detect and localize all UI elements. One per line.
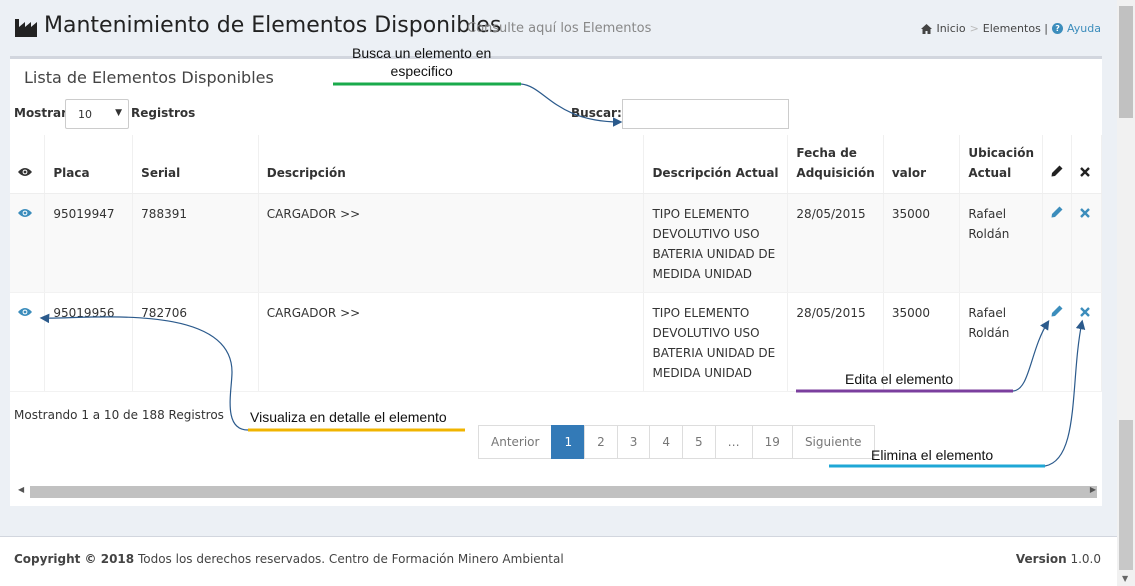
length-suffix: Registros (131, 106, 196, 120)
scroll-right-icon[interactable]: ▶ (1090, 485, 1096, 494)
cell-placa: 95019947 (44, 193, 134, 293)
times-icon (1080, 166, 1090, 177)
annotation-search: Busca un elemento en especifico (352, 45, 492, 79)
breadcrumb-separator: > (969, 22, 979, 35)
table-row: 95019947 788391 CARGADOR >> TIPO ELEMENT… (10, 193, 1102, 293)
vertical-scrollbar[interactable]: ▼ (1117, 0, 1135, 586)
cell-descripcion-actual: TIPO ELEMENTO DEVOLUTIVO USO BATERIA UNI… (643, 193, 789, 293)
header-fecha[interactable]: Fecha de Adquisición (787, 135, 884, 194)
annotation-edit: Edita el elemento (845, 371, 954, 387)
box-title: Lista de Elementos Disponibles (24, 68, 274, 87)
scroll-left-icon[interactable]: ◀ (18, 485, 24, 494)
annotation-delete: Elimina el elemento (871, 447, 994, 463)
version-value: 1.0.0 (1070, 552, 1101, 566)
page-ellipsis: … (714, 425, 753, 459)
pencil-icon[interactable] (1051, 305, 1063, 317)
delete-cell[interactable] (1071, 292, 1102, 392)
annotation-view: Visualiza en detalle el elemento (250, 409, 447, 425)
search-label: Buscar: (571, 106, 622, 120)
cell-serial: 788391 (132, 193, 259, 293)
factory-icon (15, 19, 37, 37)
cell-valor: 35000 (883, 193, 961, 293)
page-length-select[interactable]: 10 ▼ (65, 99, 129, 129)
times-icon[interactable] (1080, 306, 1090, 317)
cell-ubicacion: Rafael Roldán (959, 193, 1044, 293)
page-next-button[interactable]: Siguiente (791, 425, 875, 459)
page-button-1[interactable]: 1 (551, 425, 586, 459)
cell-descripcion: CARGADOR >> (258, 292, 645, 392)
eye-icon[interactable] (18, 307, 32, 317)
search-input[interactable] (622, 99, 789, 129)
table-header-row: Placa Serial Descripción Descripción Act… (10, 135, 1102, 194)
cell-ubicacion: Rafael Roldán (959, 292, 1044, 392)
breadcrumb: Inicio > Elementos | ? Ayuda (921, 22, 1101, 35)
page-prev-button[interactable]: Anterior (478, 425, 553, 459)
header-edit (1042, 135, 1073, 194)
version: Version 1.0.0 (1016, 552, 1101, 566)
version-label: Version (1015, 552, 1067, 566)
times-icon[interactable] (1080, 207, 1090, 218)
copyright: Copyright © 2018 Todos los derechos rese… (14, 552, 564, 566)
vertical-scroll-track-segment (1119, 420, 1133, 570)
eye-icon[interactable] (18, 208, 32, 218)
breadcrumb-current: Elementos | (982, 22, 1049, 35)
edit-cell[interactable] (1042, 292, 1073, 392)
header-serial[interactable]: Serial (132, 135, 259, 194)
content-header: Mantenimiento de Elementos Disponibles C… (0, 0, 1117, 56)
page-button-2[interactable]: 2 (584, 425, 618, 459)
page-button-3[interactable]: 3 (616, 425, 651, 459)
elements-table: Placa Serial Descripción Descripción Act… (10, 135, 1102, 392)
pagination: Anterior 1 2 3 4 5 … 19 Siguiente (478, 425, 875, 459)
breadcrumb-home[interactable]: Inicio (936, 22, 965, 35)
copyright-text: Todos los derechos reservados. Centro de… (137, 552, 564, 566)
help-link[interactable]: Ayuda (1067, 22, 1101, 35)
page-button-5[interactable]: 5 (682, 425, 716, 459)
header-valor[interactable]: valor (883, 135, 961, 194)
cell-placa: 95019956 (44, 292, 134, 392)
page-title: Mantenimiento de Elementos Disponibles (44, 13, 502, 38)
help-icon[interactable]: ? (1052, 23, 1064, 34)
eye-icon (18, 167, 32, 176)
elements-box: Lista de Elementos Disponibles Mostrar 1… (10, 56, 1102, 506)
cell-fecha: 28/05/2015 (787, 193, 884, 293)
home-icon (921, 23, 933, 34)
horizontal-scroll-thumb[interactable] (30, 486, 1097, 498)
table-info: Mostrando 1 a 10 de 188 Registros (14, 408, 224, 422)
length-prefix: Mostrar (14, 106, 67, 120)
chevron-down-icon: ▼ (115, 108, 122, 118)
page-subtitle: Consulte aquí los Elementos (467, 21, 652, 36)
pencil-icon[interactable] (1051, 206, 1063, 218)
header-delete (1071, 135, 1102, 194)
page-button-19[interactable]: 19 (751, 425, 793, 459)
copyright-year: Copyright © 2018 (14, 552, 135, 566)
header-placa[interactable]: Placa (44, 135, 134, 194)
header-descripcion[interactable]: Descripción (258, 135, 645, 194)
vertical-scroll-thumb[interactable] (1119, 6, 1133, 118)
scroll-down-icon[interactable]: ▼ (1122, 574, 1128, 583)
edit-cell[interactable] (1042, 193, 1073, 293)
pencil-icon (1051, 165, 1063, 176)
horizontal-scrollbar[interactable]: ◀ ▶ (10, 485, 1102, 499)
page-length-value: 10 (78, 108, 92, 121)
header-descripcion-actual[interactable]: Descripción Actual (643, 135, 789, 194)
header-ubicacion[interactable]: Ubicación Actual (959, 135, 1044, 194)
header-view (10, 135, 46, 194)
delete-cell[interactable] (1071, 193, 1102, 293)
cell-serial: 782706 (132, 292, 259, 392)
view-cell[interactable] (10, 292, 46, 392)
page-footer: Copyright © 2018 Todos los derechos rese… (0, 536, 1117, 586)
page-button-4[interactable]: 4 (649, 425, 684, 459)
cell-descripcion: CARGADOR >> (258, 193, 645, 293)
cell-descripcion-actual: TIPO ELEMENTO DEVOLUTIVO USO BATERIA UNI… (643, 292, 789, 392)
view-cell[interactable] (10, 193, 46, 293)
